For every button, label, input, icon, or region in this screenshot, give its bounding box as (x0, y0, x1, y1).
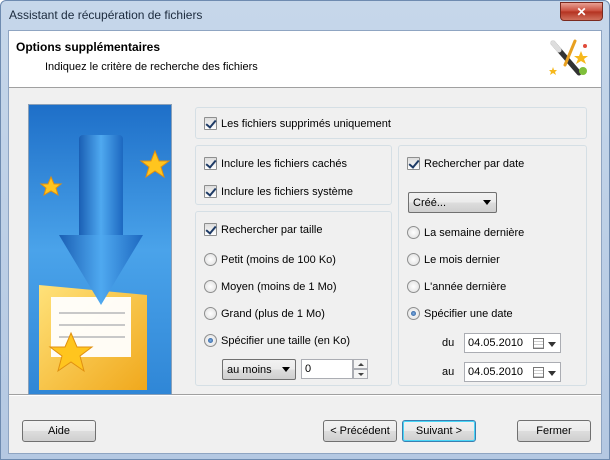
deleted-only-label: Les fichiers supprimés uniquement (221, 117, 391, 130)
deleted-only-checkbox[interactable]: Les fichiers supprimés uniquement (204, 117, 391, 130)
next-button[interactable]: Suivant > (402, 420, 476, 442)
close-window-button[interactable]: ✕ (560, 2, 603, 21)
hidden-files-label: Inclure les fichiers cachés (221, 157, 347, 170)
arrow-down-icon (357, 372, 364, 376)
search-by-size-checkbox[interactable]: Rechercher par taille (204, 223, 323, 236)
date-radio-year[interactable]: L'année dernière (407, 280, 506, 293)
size-comparator-value: au moins (227, 363, 272, 376)
size-radio-medium-label: Moyen (moins de 1 Mo) (221, 280, 337, 293)
search-by-date-check[interactable] (407, 157, 420, 170)
date-radio-week-label: La semaine dernière (424, 226, 525, 239)
help-button-label: Aide (47, 425, 71, 437)
include-files-panel: Inclure les fichiers cachés Inclure les … (195, 145, 392, 205)
date-radio-custom-label: Spécifier une date (424, 307, 513, 320)
search-by-date-checkbox[interactable]: Rechercher par date (407, 157, 524, 170)
date-radio-custom[interactable]: Spécifier une date (407, 307, 513, 320)
date-to-picker[interactable]: 04.05.2010 (464, 362, 561, 382)
size-radio-small[interactable]: Petit (moins de 100 Ko) (204, 253, 336, 266)
close-button[interactable]: Fermer (517, 420, 591, 442)
next-button-label: Suivant > (415, 425, 463, 437)
system-files-check[interactable] (204, 185, 217, 198)
bottom-divider-highlight (9, 395, 601, 396)
hidden-files-check[interactable] (204, 157, 217, 170)
size-spinner[interactable] (353, 359, 368, 379)
system-files-label: Inclure les fichiers système (221, 185, 354, 198)
page-subtitle: Indiquez le critère de recherche des fic… (45, 61, 258, 73)
chevron-down-icon (282, 367, 290, 372)
search-by-date-label: Rechercher par date (424, 157, 525, 170)
calendar-icon (533, 367, 544, 378)
size-value-input[interactable]: 0 (301, 359, 353, 379)
date-to-value: 04.05.2010 (468, 366, 524, 378)
hidden-files-checkbox[interactable]: Inclure les fichiers cachés (204, 157, 347, 170)
date-radio-year-button[interactable] (407, 280, 420, 293)
chevron-down-icon[interactable] (548, 371, 556, 376)
window-title: Assistant de récupération de fichiers (9, 8, 203, 22)
back-button[interactable]: < Précédent (323, 420, 397, 442)
system-files-checkbox[interactable]: Inclure les fichiers système (204, 185, 353, 198)
date-from-value: 04.05.2010 (468, 337, 524, 349)
size-value-text: 0 (305, 363, 312, 375)
size-radio-medium[interactable]: Moyen (moins de 1 Mo) (204, 280, 337, 293)
deleted-only-check[interactable] (204, 117, 217, 130)
date-radio-month[interactable]: Le mois dernier (407, 253, 500, 266)
date-radio-week[interactable]: La semaine dernière (407, 226, 524, 239)
close-icon: ✕ (576, 4, 587, 19)
floppy-disk-download-icon (29, 105, 171, 394)
calendar-icon (533, 338, 544, 349)
date-radio-year-label: L'année dernière (424, 280, 507, 293)
size-comparator-dropdown[interactable]: au moins (222, 359, 296, 380)
title-bar[interactable]: Assistant de récupération de fichiers ✕ (1, 1, 609, 29)
size-radio-custom-button[interactable] (204, 334, 217, 347)
spin-down-button[interactable] (353, 369, 368, 379)
chevron-down-icon[interactable] (548, 342, 556, 347)
back-button-label: < Précédent (330, 425, 390, 437)
size-radio-medium-button[interactable] (204, 280, 217, 293)
date-type-value: Créé... (413, 196, 447, 209)
size-radio-custom[interactable]: Spécifier une taille (en Ko) (204, 334, 350, 347)
spin-up-button[interactable] (353, 359, 368, 369)
wizard-window: Assistant de récupération de fichiers ✕ … (0, 0, 610, 460)
deleted-only-panel: Les fichiers supprimés uniquement (195, 107, 587, 139)
help-button[interactable]: Aide (22, 420, 96, 442)
search-by-size-label: Rechercher par taille (221, 223, 323, 236)
date-to-label: au (442, 366, 455, 378)
date-radio-month-label: Le mois dernier (424, 253, 500, 266)
size-radio-custom-label: Spécifier une taille (en Ko) (221, 334, 351, 347)
size-radio-large-label: Grand (plus de 1 Mo) (221, 307, 325, 320)
date-radio-custom-button[interactable] (407, 307, 420, 320)
wizard-client-area: Options supplémentaires Indiquez le crit… (8, 30, 602, 454)
magic-wand-icon (549, 39, 588, 76)
close-button-label: Fermer (536, 425, 572, 437)
side-illustration (28, 104, 172, 395)
chevron-down-icon (483, 200, 491, 205)
date-type-dropdown[interactable]: Créé... (408, 192, 497, 213)
wizard-header: Options supplémentaires Indiquez le crit… (9, 31, 601, 88)
size-radio-small-button[interactable] (204, 253, 217, 266)
size-radio-large[interactable]: Grand (plus de 1 Mo) (204, 307, 325, 320)
date-from-label: du (442, 337, 455, 349)
date-panel: Rechercher par date Créé... La semaine d… (398, 145, 587, 386)
size-radio-large-button[interactable] (204, 307, 217, 320)
size-panel: Rechercher par taille Petit (moins de 10… (195, 211, 392, 386)
search-by-size-check[interactable] (204, 223, 217, 236)
arrow-up-icon (357, 362, 364, 366)
date-radio-week-button[interactable] (407, 226, 420, 239)
date-from-picker[interactable]: 04.05.2010 (464, 333, 561, 353)
size-radio-small-label: Petit (moins de 100 Ko) (221, 253, 336, 266)
date-radio-month-button[interactable] (407, 253, 420, 266)
page-title: Options supplémentaires (16, 40, 161, 54)
